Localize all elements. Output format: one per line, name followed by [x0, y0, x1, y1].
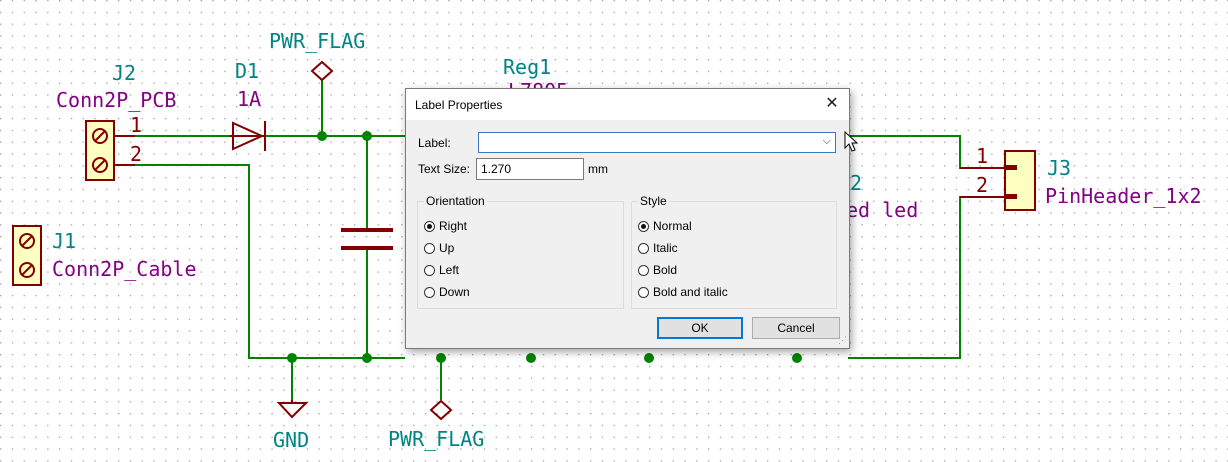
- radio-label: Bold and italic: [653, 285, 728, 299]
- radio-label: Bold: [653, 263, 678, 277]
- j3-ref: J3: [1047, 156, 1071, 180]
- radio-circle-icon[interactable]: [424, 286, 435, 298]
- orientation-radio-down[interactable]: Down: [424, 284, 470, 300]
- reg1-ref: Reg1: [503, 55, 551, 79]
- dialog-title-bar[interactable]: Label Properties ✕: [406, 89, 849, 120]
- ok-button[interactable]: OK: [657, 317, 743, 339]
- radio-circle-icon[interactable]: [424, 220, 435, 232]
- radio-label: Left: [439, 263, 460, 277]
- radio-circle-icon[interactable]: [424, 242, 435, 254]
- close-icon[interactable]: ✕: [821, 94, 843, 114]
- style-radio-bold[interactable]: Bold: [638, 262, 677, 278]
- led-value-partial: ed led: [846, 198, 918, 222]
- orientation-radio-up[interactable]: Up: [424, 240, 454, 256]
- radio-circle-icon[interactable]: [638, 220, 649, 232]
- led-ref-partial: 2: [850, 171, 862, 195]
- radio-circle-icon[interactable]: [638, 286, 649, 298]
- j3-pin2: 2: [976, 173, 988, 197]
- radio-label: Up: [439, 241, 455, 255]
- radio-label: Italic: [653, 241, 678, 255]
- orientation-group: Orientation Right Up Left Down: [417, 194, 624, 309]
- j2-ref: J2: [112, 61, 136, 85]
- j2-pin2: 2: [130, 142, 142, 166]
- cancel-button[interactable]: Cancel: [752, 317, 840, 339]
- d1-ref: D1: [235, 59, 259, 83]
- label-caption: Label:: [418, 136, 451, 150]
- mouse-cursor-icon: [844, 131, 858, 152]
- label-properties-dialog: Label Properties ✕ Label: ⌵ Text Size: 1…: [405, 88, 850, 349]
- orientation-radio-right[interactable]: Right: [424, 218, 467, 234]
- pwr-flag-top-label: PWR_FLAG: [269, 29, 365, 53]
- radio-label: Right: [439, 219, 468, 233]
- j3-value: PinHeader_1x2: [1045, 184, 1202, 208]
- dialog-title: Label Properties: [415, 98, 503, 112]
- j1-value: Conn2P_Cable: [52, 257, 197, 281]
- orientation-group-title: Orientation: [424, 194, 487, 208]
- radio-label: Normal: [653, 219, 692, 233]
- text-size-input[interactable]: 1.270: [476, 158, 584, 180]
- text-size-caption: Text Size:: [418, 162, 471, 176]
- radio-label: Down: [439, 285, 470, 299]
- style-group-title: Style: [638, 194, 669, 208]
- style-radio-bold-and-italic[interactable]: Bold and italic: [638, 284, 728, 300]
- gnd-label: GND: [273, 428, 309, 452]
- pwr-flag-bottom-label: PWR_FLAG: [388, 427, 484, 451]
- label-combo-input[interactable]: ⌵: [478, 132, 836, 153]
- style-radio-italic[interactable]: Italic: [638, 240, 678, 256]
- style-group: Style Normal Italic Bold Bold and italic: [631, 194, 837, 309]
- d1-value: 1A: [237, 87, 261, 111]
- j2-pin1: 1: [130, 113, 142, 137]
- style-radio-normal[interactable]: Normal: [638, 218, 692, 234]
- radio-circle-icon[interactable]: [424, 264, 435, 276]
- chevron-down-icon[interactable]: ⌵: [823, 135, 831, 148]
- radio-circle-icon[interactable]: [638, 242, 649, 254]
- radio-circle-icon[interactable]: [638, 264, 649, 276]
- j2-value: Conn2P_PCB: [56, 88, 176, 112]
- j1-connector-symbol[interactable]: [12, 225, 42, 286]
- text-size-units: mm: [588, 162, 608, 176]
- j3-pin1: 1: [976, 144, 988, 168]
- resize-grip-icon[interactable]: ⋰: [838, 335, 847, 346]
- j1-ref: J1: [52, 229, 76, 253]
- orientation-radio-left[interactable]: Left: [424, 262, 459, 278]
